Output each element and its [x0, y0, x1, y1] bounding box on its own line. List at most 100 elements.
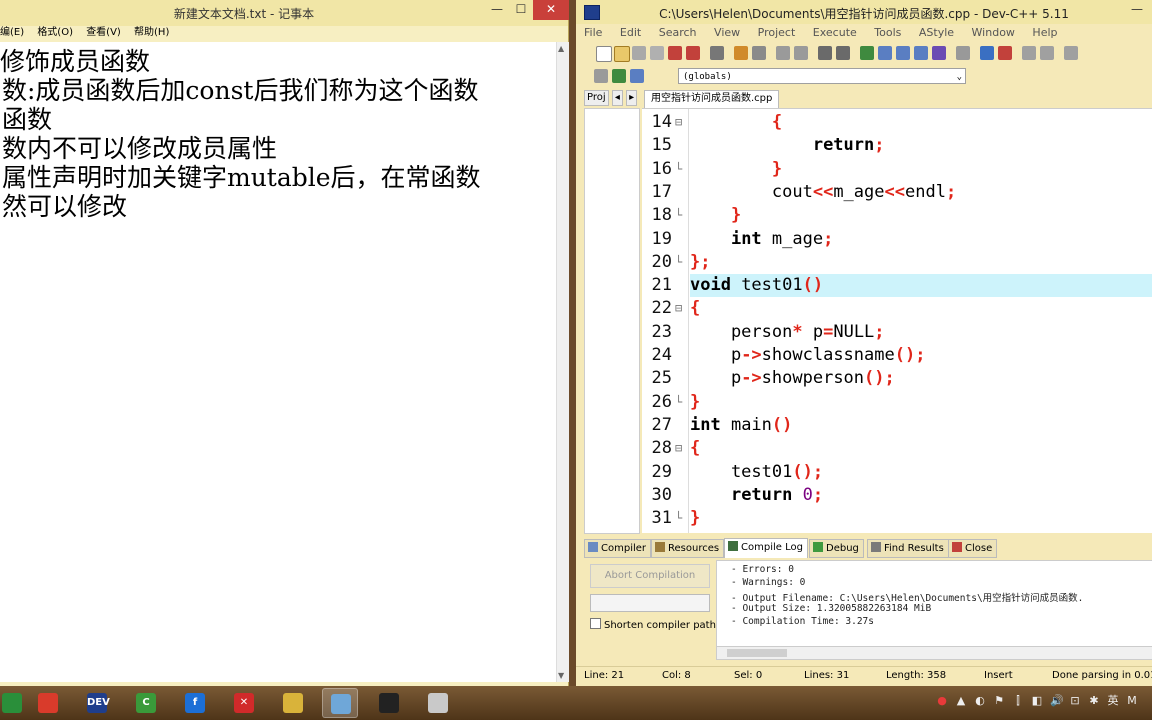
- bookmark-icon[interactable]: [1040, 46, 1054, 60]
- code-line[interactable]: 22 ⊟ {: [642, 297, 1152, 320]
- taskbar-recorder[interactable]: [371, 688, 407, 718]
- scroll-up-icon[interactable]: ▲: [558, 44, 564, 53]
- debug-icon[interactable]: [998, 46, 1012, 60]
- scroll-thumb[interactable]: [727, 649, 787, 657]
- code-line[interactable]: 19 int m_age;: [642, 228, 1152, 251]
- network-icon[interactable]: ◐: [974, 695, 986, 707]
- minimize-button[interactable]: —: [484, 0, 510, 20]
- close-all-icon[interactable]: [686, 46, 700, 60]
- menu-help[interactable]: 帮助(H): [134, 26, 169, 40]
- code-line[interactable]: 27 int main(): [642, 414, 1152, 437]
- profile-icon[interactable]: [980, 46, 994, 60]
- menu-view[interactable]: View: [714, 26, 740, 39]
- checkbox-box[interactable]: [590, 618, 601, 629]
- code-line[interactable]: 26 └}: [642, 391, 1152, 414]
- code-editor[interactable]: 14 ⊟ {15 return; 16 └ } 17 cout<<m_age<<endl…: [642, 108, 1152, 533]
- minimize-button[interactable]: —: [1131, 2, 1143, 16]
- menu-execute[interactable]: Execute: [813, 26, 857, 39]
- tab-debug[interactable]: Debug: [809, 539, 864, 558]
- project-panel[interactable]: [584, 108, 640, 534]
- menu-window[interactable]: Window: [972, 26, 1015, 39]
- menu-project[interactable]: Project: [758, 26, 796, 39]
- code-line[interactable]: 31 └}: [642, 507, 1152, 530]
- run-icon[interactable]: [878, 46, 892, 60]
- menu-edit[interactable]: Edit: [620, 26, 641, 39]
- keyboard-icon[interactable]: ⊡: [1069, 695, 1081, 707]
- menu-format[interactable]: 格式(O): [37, 26, 73, 40]
- taskbar-chrome[interactable]: [30, 688, 66, 718]
- insert-icon[interactable]: [612, 69, 626, 83]
- new-project-icon[interactable]: [594, 69, 608, 83]
- code-line[interactable]: 17 cout<<m_age<<endl;: [642, 181, 1152, 204]
- arrow-up-icon[interactable]: ▲: [955, 695, 967, 707]
- code-line[interactable]: 21 void test01(): [642, 274, 1152, 298]
- tab-scroll-right-icon[interactable]: ▸: [626, 90, 638, 106]
- notepad-text-area[interactable]: t修饰成员函数 数:成员函数后加const后我们称为这个函数 函数 数内不可以修…: [0, 42, 556, 682]
- taskbar-notepad[interactable]: [322, 688, 358, 718]
- fold-toggle-icon[interactable]: ⊟: [675, 297, 684, 320]
- taskbar-xmind[interactable]: ✕: [226, 688, 262, 718]
- comment-icon[interactable]: [1064, 46, 1078, 60]
- menu-astyle[interactable]: AStyle: [919, 26, 954, 39]
- toggle-bookmark-icon[interactable]: [630, 69, 644, 83]
- stop-execution-icon[interactable]: [956, 46, 970, 60]
- taskbar-paint[interactable]: [420, 688, 456, 718]
- menu-edit[interactable]: 编(E): [0, 26, 24, 40]
- menu-file[interactable]: File: [584, 26, 602, 39]
- flag-icon[interactable]: ⚑: [993, 695, 1005, 707]
- taskbar-camtasia[interactable]: C: [128, 688, 164, 718]
- menu-view[interactable]: 查看(V): [86, 26, 121, 40]
- language-icon[interactable]: 英: [1107, 695, 1119, 707]
- undo-icon[interactable]: [734, 46, 748, 60]
- log-horizontal-scrollbar[interactable]: [716, 646, 1152, 660]
- shorten-paths-checkbox[interactable]: Shorten compiler paths: [590, 618, 721, 631]
- globals-dropdown[interactable]: (globals) ⌄: [678, 68, 966, 84]
- code-line[interactable]: 30 return 0;: [642, 484, 1152, 507]
- save-all-icon[interactable]: [650, 46, 664, 60]
- goto-icon[interactable]: [1022, 46, 1036, 60]
- pen-icon[interactable]: ⫿: [1012, 695, 1024, 707]
- code-line[interactable]: 29 test01();: [642, 461, 1152, 484]
- indent-icon[interactable]: [818, 46, 832, 60]
- project-tab[interactable]: Proj ◂ ▸: [584, 90, 640, 108]
- code-line[interactable]: 28 ⊟ {: [642, 437, 1152, 460]
- code-line[interactable]: 15 return;: [642, 134, 1152, 157]
- close-file-icon[interactable]: [668, 46, 682, 60]
- tab-scroll-left-icon[interactable]: ◂: [611, 90, 623, 106]
- menu-help[interactable]: Help: [1032, 26, 1057, 39]
- tab-resources[interactable]: Resources: [651, 539, 725, 558]
- compile-run-icon[interactable]: [896, 46, 910, 60]
- find-icon[interactable]: [776, 46, 790, 60]
- record-dot-icon[interactable]: ●: [936, 695, 948, 707]
- taskbar-shield[interactable]: [0, 688, 30, 718]
- unindent-icon[interactable]: [836, 46, 850, 60]
- notepad-vertical-scrollbar[interactable]: ▲ ▼: [556, 42, 569, 682]
- tab-compiler[interactable]: Compiler: [584, 539, 652, 558]
- tab-close[interactable]: Close: [948, 539, 998, 558]
- menu-search[interactable]: Search: [659, 26, 697, 39]
- taskbar-python[interactable]: [275, 688, 311, 718]
- scroll-down-icon[interactable]: ▼: [558, 671, 564, 680]
- redo-icon[interactable]: [752, 46, 766, 60]
- display-icon[interactable]: ◧: [1031, 695, 1043, 707]
- rebuild-icon[interactable]: [914, 46, 928, 60]
- tab-compile-log[interactable]: Compile Log: [724, 538, 808, 559]
- code-line[interactable]: 23 person* p=NULL;: [642, 321, 1152, 344]
- print-icon[interactable]: [710, 46, 724, 60]
- replace-icon[interactable]: [794, 46, 808, 60]
- open-file-icon[interactable]: [614, 46, 630, 62]
- taskbar-feather[interactable]: f: [177, 688, 213, 718]
- settings-icon[interactable]: ✱: [1088, 695, 1100, 707]
- fold-toggle-icon[interactable]: ⊟: [675, 437, 684, 460]
- menu-tools[interactable]: Tools: [874, 26, 901, 39]
- compile-log-output[interactable]: - Errors: 0 - Warnings: 0 - Output Filen…: [716, 560, 1152, 648]
- code-line[interactable]: 25 p->showperson();: [642, 367, 1152, 390]
- code-line[interactable]: 16 └ }: [642, 158, 1152, 181]
- compile-icon[interactable]: [860, 46, 874, 60]
- new-file-icon[interactable]: [596, 46, 612, 62]
- code-line[interactable]: 24 p->showclassname();: [642, 344, 1152, 367]
- notepad-titlebar[interactable]: 新建文本文档.txt - 记事本 — ☐ ✕: [0, 0, 569, 26]
- fold-toggle-icon[interactable]: ⊟: [675, 111, 684, 134]
- volume-icon[interactable]: 🔊: [1050, 695, 1064, 707]
- abort-compilation-button[interactable]: Abort Compilation: [590, 564, 710, 588]
